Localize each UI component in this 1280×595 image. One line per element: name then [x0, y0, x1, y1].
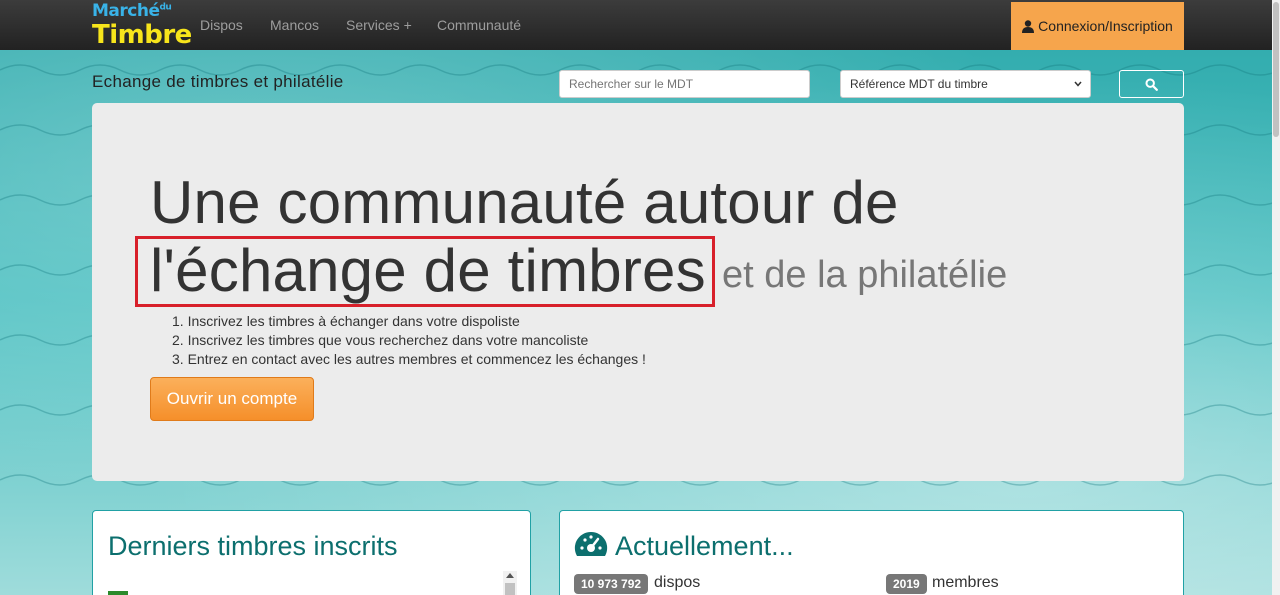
page-scrollbar[interactable]	[1272, 0, 1280, 595]
chevron-down-icon	[1074, 81, 1082, 87]
latest-stamps-panel: Derniers timbres inscrits	[92, 510, 531, 595]
search-input[interactable]	[559, 70, 810, 98]
nav-link-services[interactable]: Services +	[346, 17, 412, 33]
open-account-button[interactable]: Ouvrir un compte	[150, 377, 314, 421]
list-item	[108, 591, 128, 595]
members-count-badge: 2019	[886, 574, 927, 594]
logo-line1: Marchédu	[92, 1, 172, 21]
scrollbar-thumb[interactable]	[1273, 2, 1279, 137]
nav-link-communaute[interactable]: Communauté	[437, 17, 521, 33]
hero-heading-line2: l'échange de timbres	[150, 237, 706, 304]
nav-link-dispos[interactable]: Dispos	[200, 17, 243, 33]
panel-scrollbar[interactable]	[503, 571, 517, 595]
search-button[interactable]	[1119, 70, 1184, 98]
nav-link-mancos[interactable]: Mancos	[270, 17, 319, 33]
latest-stamps-title: Derniers timbres inscrits	[108, 531, 398, 561]
search-icon	[1145, 77, 1158, 91]
hero-heading-line1: Une communauté autour de	[150, 169, 899, 236]
logo-line2: Timbre	[92, 20, 192, 50]
current-stats-panel: Actuellement...	[559, 510, 1184, 595]
hero-subheading: et de la philatélie	[722, 254, 1008, 296]
user-icon	[1022, 19, 1035, 33]
scroll-up-icon[interactable]	[506, 573, 514, 578]
dashboard-gauge-icon	[574, 531, 608, 556]
current-stats-title: Actuellement...	[615, 531, 794, 561]
select-value: Référence MDT du timbre	[850, 77, 988, 91]
step-item: 3. Entrez en contact avec les autres mem…	[172, 351, 646, 367]
panel-scroll-thumb[interactable]	[505, 583, 515, 595]
login-label: Connexion/Inscription	[1038, 18, 1173, 34]
dispos-label: dispos	[654, 574, 701, 591]
members-label: membres	[932, 574, 999, 591]
step-item: 1. Inscrivez les timbres à échanger dans…	[172, 313, 520, 329]
steps-list: 1. Inscrivez les timbres à échanger dans…	[172, 312, 646, 369]
site-logo[interactable]: Marchédu Timbre	[92, 1, 192, 50]
login-button[interactable]: Connexion/Inscription	[1011, 2, 1184, 50]
dispos-count-badge: 10 973 792	[574, 574, 649, 594]
site-tagline: Echange de timbres et philatélie	[92, 72, 344, 91]
reference-select[interactable]: Référence MDT du timbre	[840, 70, 1091, 98]
step-item: 2. Inscrivez les timbres que vous recher…	[172, 332, 589, 348]
